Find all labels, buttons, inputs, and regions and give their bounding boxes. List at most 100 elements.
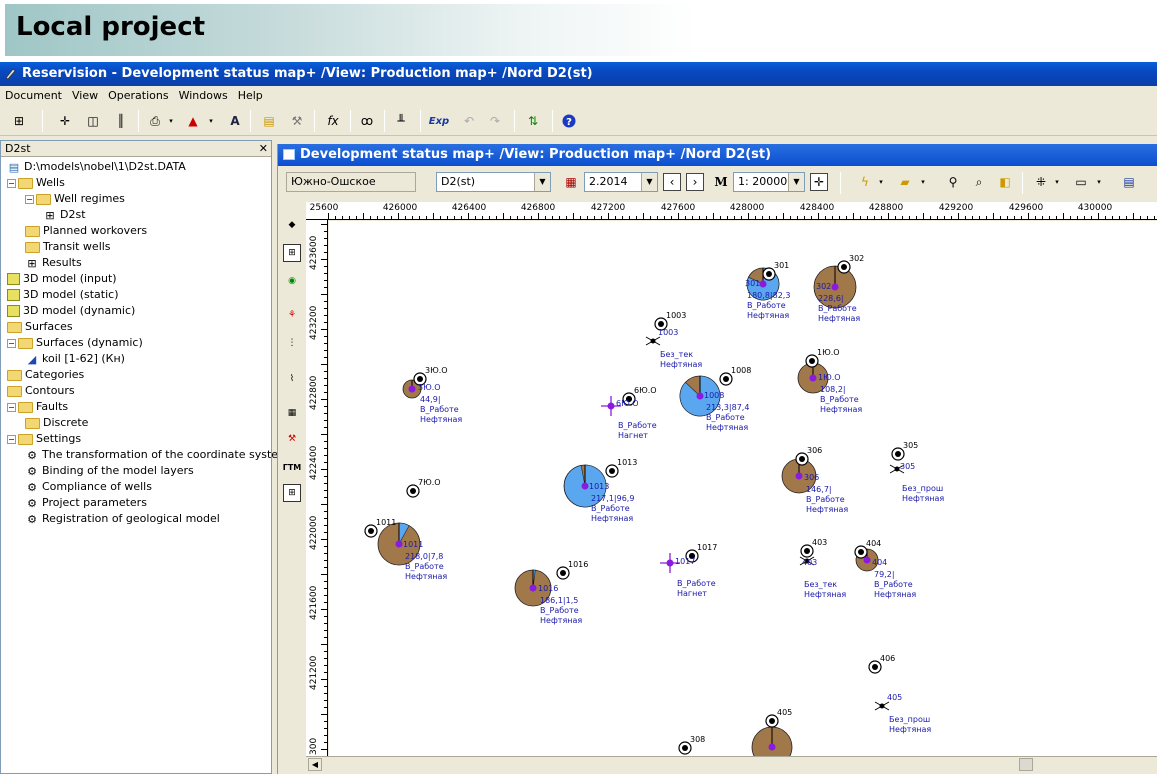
idle-well-point (879, 703, 885, 709)
text-icon[interactable]: A (226, 112, 244, 130)
tree-item[interactable]: − Well regimes (25, 191, 125, 207)
folder-icon (18, 401, 33, 413)
next-icon[interactable]: › (686, 173, 704, 191)
chevron-down-icon[interactable]: ▾ (1094, 173, 1104, 191)
well-point-icon[interactable]: ◆ (283, 216, 301, 234)
chevron-down-icon[interactable]: ▼ (788, 173, 804, 191)
tree-item-label: koil [1-62] (Кн) (42, 352, 125, 365)
tree-item[interactable]: 3D model (dynamic) (7, 303, 135, 319)
horizontal-scrollbar[interactable]: ◀ (306, 756, 1157, 772)
refresh-icon[interactable]: ⇅ (524, 112, 542, 130)
undo-icon[interactable]: ↶ (460, 112, 478, 130)
tree-item[interactable]: Surfaces (7, 319, 73, 335)
tree-item[interactable]: ⚙ Compliance of wells (25, 479, 152, 495)
help-icon[interactable]: ? (560, 112, 578, 130)
tree-item[interactable]: − Wells (7, 175, 65, 191)
calendar-icon[interactable]: ▦ (562, 173, 580, 191)
date-select[interactable]: 2.2014 ▼ (584, 172, 658, 192)
pan-icon[interactable]: ✛ (810, 173, 828, 191)
collapse-toggle[interactable]: − (7, 178, 16, 188)
menu-operations[interactable]: Operations (103, 86, 173, 106)
zoom-icon[interactable]: ⚲ (944, 173, 962, 191)
tree-item[interactable]: ⚙ Binding of the model layers (25, 463, 194, 479)
chevron-down-icon[interactable]: ▼ (641, 173, 657, 191)
collapse-toggle[interactable]: − (7, 434, 16, 444)
chevron-down-icon[interactable]: ▾ (918, 173, 928, 191)
tree-item[interactable]: 3D model (static) (7, 287, 119, 303)
tree-item[interactable]: − Settings (7, 431, 81, 447)
tree-icon[interactable]: ⊞ (10, 112, 28, 130)
tree-item[interactable]: ⚙ Registration of geological model (25, 511, 220, 527)
menu-windows[interactable]: Windows (174, 86, 233, 106)
scroll-left-icon[interactable]: ◀ (308, 758, 322, 771)
cube-icon[interactable]: ◫ (84, 112, 102, 130)
tree-item[interactable]: Planned workovers (25, 223, 147, 239)
collapse-toggle[interactable]: − (7, 338, 16, 348)
tree-item[interactable]: Categories (7, 367, 84, 383)
histogram-icon[interactable]: ╨ (392, 112, 410, 130)
collapse-toggle[interactable]: − (7, 402, 16, 412)
production-map[interactable]: 301 301 180,8|82,3 В_Работе Нефтяная 302 302 22… (329, 221, 1157, 756)
grid-icon[interactable]: ▦ (283, 404, 301, 422)
ruler-tick (755, 216, 756, 219)
preview-icon[interactable]: ⎙ (146, 112, 164, 130)
menu-help[interactable]: Help (233, 86, 268, 106)
page-icon[interactable]: ▭ (1072, 173, 1090, 191)
well-schema-icon[interactable]: ⋮ (283, 334, 301, 352)
menu-document[interactable]: Document (0, 86, 67, 106)
app-titlebar[interactable]: Reservision - Development status map+ /V… (0, 62, 1157, 86)
function-icon[interactable]: fx (324, 112, 342, 130)
find-icon[interactable]: ⌕ (970, 173, 988, 191)
tree-item[interactable]: ◢ koil [1-62] (Кн) (25, 351, 125, 367)
well-status: В_Работе (747, 301, 786, 310)
tools-icon[interactable]: ⚒ (288, 112, 306, 130)
menu-view[interactable]: View (67, 86, 103, 106)
lightning-icon[interactable]: ϟ (856, 173, 874, 191)
well-label-icon[interactable]: ⊞ (283, 244, 301, 262)
hammer-icon[interactable]: ⚒ (283, 430, 301, 448)
gtm-icon[interactable]: ГТМ (283, 458, 302, 476)
well-log-icon[interactable]: ║ (112, 112, 130, 130)
tree-item[interactable]: Discrete (25, 415, 88, 431)
bubble-icon[interactable]: ◉ (283, 272, 301, 290)
layers-icon[interactable]: ◧ (996, 173, 1014, 191)
well-status: В_Работе (405, 562, 444, 571)
tree-item[interactable]: Transit wells (25, 239, 111, 255)
redo-icon[interactable]: ↷ (486, 112, 504, 130)
select-icon[interactable]: ⁜ (1032, 173, 1050, 191)
goggles-icon[interactable]: ꝏ (358, 112, 376, 130)
table-icon[interactable]: ⊞ (283, 484, 301, 502)
ruler-tick (524, 216, 525, 219)
tree-item[interactable]: ⚙ The transformation of the coordinate sy… (25, 447, 278, 463)
chevron-down-icon[interactable]: ▾ (206, 112, 216, 130)
chevron-down-icon[interactable]: ▾ (876, 173, 886, 191)
chevron-down-icon[interactable]: ▾ (166, 112, 176, 130)
tree-item[interactable]: − Faults (7, 399, 68, 415)
tree-item[interactable]: Contours (7, 383, 75, 399)
tree-item[interactable]: − Surfaces (dynamic) (7, 335, 143, 351)
color-icon[interactable]: ▲ (184, 112, 202, 130)
prev-icon[interactable]: ‹ (663, 173, 681, 191)
ruler-tick (321, 504, 327, 505)
pump-icon[interactable]: ⚘ (283, 306, 301, 324)
tree-item[interactable]: ⊞ D2st (43, 207, 85, 223)
tree-item[interactable]: ▤ D:\models\nobel\1\D2st.DATA (7, 159, 186, 175)
export-button[interactable]: Exp (428, 112, 450, 130)
map-window-titlebar[interactable]: Development status map+ /View: Productio… (278, 144, 1157, 166)
chevron-down-icon[interactable]: ▼ (534, 173, 550, 191)
crosshair-icon[interactable]: ✛ (56, 112, 74, 130)
tree-item[interactable]: 3D model (input) (7, 271, 117, 287)
book-icon[interactable]: ▤ (1120, 173, 1138, 191)
tree-item[interactable]: ⊞ Results (25, 255, 81, 271)
collapse-toggle[interactable]: − (25, 194, 34, 204)
scale-select[interactable]: 1: 20000 ▼ (733, 172, 805, 192)
tree-item[interactable]: ⚙ Project parameters (25, 495, 147, 511)
lasso-icon[interactable]: ⌇ (283, 370, 301, 388)
layer-select[interactable]: D2(st) ▼ (436, 172, 551, 192)
database-icon[interactable]: ▤ (260, 112, 278, 130)
open-folder-icon[interactable]: ▰ (896, 173, 914, 191)
chevron-down-icon[interactable]: ▾ (1052, 173, 1062, 191)
map-window: Development status map+ /View: Productio… (277, 144, 1157, 774)
scroll-thumb[interactable] (1019, 758, 1033, 771)
close-icon[interactable]: ✕ (259, 141, 268, 157)
